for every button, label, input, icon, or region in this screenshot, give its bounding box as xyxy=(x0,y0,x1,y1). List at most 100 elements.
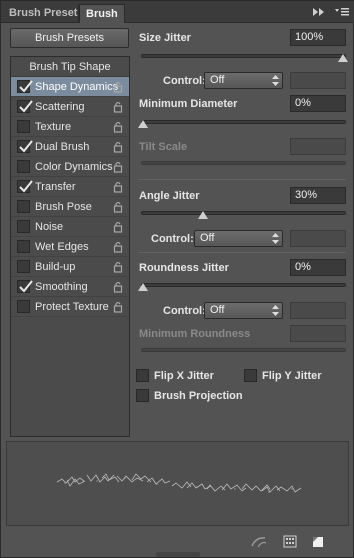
list-item-dual-brush[interactable]: Dual Brush xyxy=(11,137,129,157)
list-item-scattering[interactable]: Scattering xyxy=(11,97,129,117)
roundness-jitter-value[interactable]: 0% xyxy=(290,259,346,276)
list-item-label: Wet Edges xyxy=(35,241,89,253)
roundness-control-label: Control: xyxy=(163,305,206,317)
brush-stroke-preview xyxy=(6,441,349,526)
section-divider xyxy=(138,179,346,180)
lock-icon[interactable] xyxy=(113,281,123,293)
size-control-value: Off xyxy=(210,74,225,86)
list-item-checkbox[interactable] xyxy=(17,240,30,253)
tilt-scale-value xyxy=(290,138,346,155)
create-new-brush-icon[interactable] xyxy=(311,535,325,549)
size-jitter-value[interactable]: 100% xyxy=(290,29,346,46)
size-jitter-label: Size Jitter xyxy=(139,32,191,44)
flip-x-jitter-checkbox[interactable] xyxy=(136,369,149,382)
brush-tip-shape-item[interactable]: Brush Tip Shape xyxy=(11,57,129,77)
roundness-control-select[interactable]: Off xyxy=(204,302,283,319)
list-item-label: Smoothing xyxy=(35,281,88,293)
lock-icon[interactable] xyxy=(113,101,123,113)
list-item-color-dynamics[interactable]: Color Dynamics xyxy=(11,157,129,177)
checkmark-icon xyxy=(19,100,33,113)
list-item-label: Color Dynamics xyxy=(35,161,113,173)
lock-icon[interactable] xyxy=(113,181,123,193)
checkmark-icon xyxy=(19,280,33,293)
list-item-shape-dynamics[interactable]: Shape Dynamics xyxy=(11,77,129,97)
tilt-scale-slider-track xyxy=(141,161,346,165)
list-item-texture[interactable]: Texture xyxy=(11,117,129,137)
angle-control-value: Off xyxy=(200,232,215,244)
list-item-protect-texture[interactable]: Protect Texture xyxy=(11,297,129,317)
lock-icon[interactable] xyxy=(113,81,123,93)
list-item-checkbox[interactable] xyxy=(17,260,30,273)
angle-control-select[interactable]: Off xyxy=(194,230,283,247)
list-item-checkbox[interactable] xyxy=(17,280,33,293)
list-item-label: Protect Texture xyxy=(35,301,109,313)
open-preset-manager-icon[interactable] xyxy=(283,535,297,548)
list-item-wet-edges[interactable]: Wet Edges xyxy=(11,237,129,257)
list-item-label: Scattering xyxy=(35,101,85,113)
checkmark-icon xyxy=(19,80,33,93)
lock-icon[interactable] xyxy=(113,121,123,133)
angle-jitter-value[interactable]: 30% xyxy=(290,187,346,204)
brush-projection-checkbox[interactable] xyxy=(136,389,149,402)
tab-brush-presets[interactable]: Brush Presets xyxy=(3,4,90,23)
brush-presets-button[interactable]: Brush Presets xyxy=(10,28,129,48)
angle-control-fade-field xyxy=(290,230,346,247)
list-item-label: Brush Pose xyxy=(35,201,92,213)
flip-y-jitter-label: Flip Y Jitter xyxy=(262,370,322,382)
roundness-jitter-slider-thumb[interactable] xyxy=(138,283,148,291)
brush-projection-label: Brush Projection xyxy=(154,390,243,402)
flip-y-jitter-checkbox[interactable] xyxy=(244,369,257,382)
stroke-preview-image xyxy=(56,473,302,493)
list-item-checkbox[interactable] xyxy=(17,220,30,233)
minimum-roundness-value xyxy=(290,325,346,342)
flip-x-jitter-label: Flip X Jitter xyxy=(154,370,214,382)
list-item-noise[interactable]: Noise xyxy=(11,217,129,237)
lock-icon[interactable] xyxy=(113,221,123,233)
angle-jitter-slider-track[interactable] xyxy=(141,211,346,215)
size-jitter-slider-track[interactable] xyxy=(141,54,346,58)
list-item-smoothing[interactable]: Smoothing xyxy=(11,277,129,297)
minimum-diameter-value[interactable]: 0% xyxy=(290,95,346,112)
minimum-diameter-slider-thumb[interactable] xyxy=(138,120,148,128)
list-item-checkbox[interactable] xyxy=(17,140,33,153)
list-item-checkbox[interactable] xyxy=(17,120,30,133)
size-control-fade-field xyxy=(290,72,346,89)
list-item-transfer[interactable]: Transfer xyxy=(11,177,129,197)
collapse-icon[interactable] xyxy=(312,7,326,17)
toggle-live-tip-preview-icon[interactable] xyxy=(250,535,268,549)
lock-icon[interactable] xyxy=(113,161,123,173)
brush-settings-list: Brush Tip Shape Shape Dynamics Scattering… xyxy=(10,56,130,437)
list-item-checkbox[interactable] xyxy=(17,300,30,313)
list-item-checkbox[interactable] xyxy=(17,100,33,113)
roundness-control-value: Off xyxy=(210,304,225,316)
list-item-brush-pose[interactable]: Brush Pose xyxy=(11,197,129,217)
angle-control-label: Control: xyxy=(151,233,194,245)
lock-icon[interactable] xyxy=(113,141,123,153)
size-control-select[interactable]: Off xyxy=(204,72,283,89)
chevron-updown-icon xyxy=(272,233,279,244)
angle-jitter-slider-thumb[interactable] xyxy=(198,211,208,219)
list-item-build-up[interactable]: Build-up xyxy=(11,257,129,277)
brush-panel: Brush Presets Brush Brush Presets Brush … xyxy=(0,0,354,558)
list-item-label: Texture xyxy=(35,121,72,133)
list-item-label: Noise xyxy=(35,221,64,233)
lock-icon[interactable] xyxy=(113,301,123,313)
panel-menu-icon[interactable] xyxy=(334,6,350,18)
lock-icon[interactable] xyxy=(113,201,123,213)
list-item-checkbox[interactable] xyxy=(17,200,30,213)
tab-brush[interactable]: Brush xyxy=(79,4,125,23)
list-item-checkbox[interactable] xyxy=(17,160,30,173)
chevron-updown-icon xyxy=(272,305,279,316)
lock-icon[interactable] xyxy=(113,241,123,253)
section-divider xyxy=(138,252,346,253)
list-item-checkbox[interactable] xyxy=(17,180,33,193)
resize-grip[interactable] xyxy=(156,552,200,557)
panel-tab-bar: Brush Presets Brush xyxy=(1,1,354,23)
list-item-label: Transfer xyxy=(35,181,76,193)
minimum-diameter-slider-track[interactable] xyxy=(141,120,346,124)
list-item-checkbox[interactable] xyxy=(17,80,33,93)
lock-icon[interactable] xyxy=(113,261,123,273)
size-jitter-slider-thumb[interactable] xyxy=(338,54,348,62)
roundness-jitter-slider-track[interactable] xyxy=(141,283,346,287)
size-control-label: Control: xyxy=(163,75,206,87)
